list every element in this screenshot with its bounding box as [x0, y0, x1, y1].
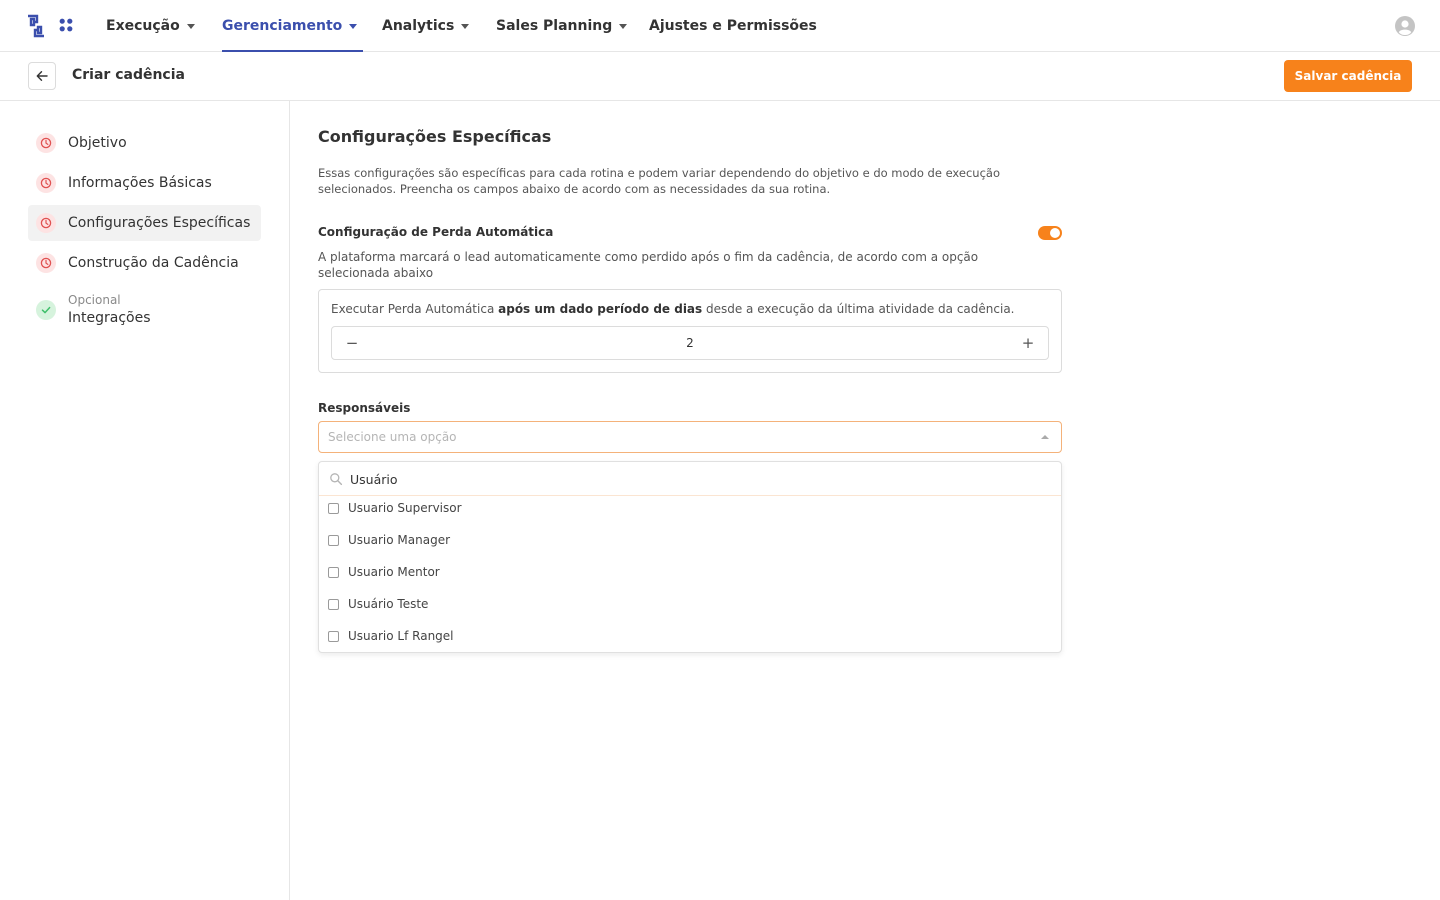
responsaveis-dropdown: Usuario Supervisor Usuario Manager Usuar…: [318, 461, 1062, 653]
section-description: Essas configurações são específicas para…: [318, 166, 1000, 196]
nav-execucao[interactable]: Execução: [106, 0, 195, 52]
checkbox[interactable]: [328, 534, 339, 546]
checkbox[interactable]: [328, 502, 339, 514]
check-icon: [36, 300, 56, 320]
chevron-down-icon: [349, 23, 358, 29]
auto-loss-rule-box: Executar Perda Automática após um dado p…: [318, 289, 1062, 373]
dropdown-option[interactable]: Usuario Mentor: [319, 556, 1061, 588]
top-navigation: Execução Gerenciamento Analytics Sales P…: [0, 0, 1440, 52]
auto-loss-toggle[interactable]: [1038, 226, 1062, 240]
responsaveis-label: Responsáveis: [318, 401, 411, 415]
rule-prefix: Executar Perda Automática: [331, 302, 499, 316]
arrow-left-icon: [36, 71, 48, 81]
apps-grid-icon[interactable]: [59, 18, 73, 32]
user-avatar-icon[interactable]: [1395, 16, 1415, 36]
option-label: Usuario Lf Rangel: [348, 629, 454, 643]
option-label: Usuario Manager: [348, 533, 451, 547]
option-label: Usuário Teste: [348, 597, 429, 611]
chevron-down-icon: [461, 23, 470, 29]
sidebar-item-label: Construção da Cadência: [68, 255, 239, 271]
chevron-down-icon: [619, 23, 628, 29]
sidebar-item-label: Informações Básicas: [68, 175, 212, 191]
dropdown-option[interactable]: Usuario Manager: [319, 524, 1061, 556]
increment-button[interactable]: +: [1010, 327, 1046, 359]
dropdown-option[interactable]: Usuario Supervisor: [319, 492, 1061, 524]
optional-tag: Opcional: [68, 292, 121, 307]
select-placeholder: Selecione uma opção: [328, 430, 457, 444]
checkbox[interactable]: [328, 598, 339, 610]
nav-gerenciamento-label: Gerenciamento: [222, 18, 343, 34]
sidebar-item-objetivo[interactable]: Objetivo: [28, 125, 261, 161]
rule-bold: após um dado período de dias: [498, 302, 703, 316]
search-icon: [330, 473, 343, 486]
save-cadence-button[interactable]: Salvar cadência: [1284, 60, 1412, 92]
option-label: Usuario Mentor: [348, 565, 440, 579]
dropdown-search: [319, 462, 1061, 496]
decrement-button[interactable]: −: [334, 327, 370, 359]
pending-clock-icon: [36, 133, 56, 153]
checkbox[interactable]: [328, 566, 339, 578]
nav-gerenciamento[interactable]: Gerenciamento: [222, 0, 364, 52]
sidebar-item-construcao-cadencia[interactable]: Construção da Cadência: [28, 245, 261, 281]
auto-loss-description: A plataforma marcará o lead automaticame…: [318, 250, 979, 280]
pending-clock-icon: [36, 213, 56, 233]
nav-analytics[interactable]: Analytics: [382, 0, 470, 52]
nav-ajustes-permissoes[interactable]: Ajustes e Permissões: [649, 0, 817, 52]
nav-execucao-label: Execução: [106, 18, 180, 34]
nav-sales-planning[interactable]: Sales Planning: [496, 0, 628, 52]
chevron-up-icon: [1041, 435, 1049, 439]
checkbox[interactable]: [328, 630, 339, 642]
nav-ajustes-permissoes-label: Ajustes e Permissões: [649, 18, 817, 34]
page-header: Criar cadência Salvar cadência: [0, 52, 1440, 101]
sidebar-item-integracoes[interactable]: Opcional Integrações: [28, 289, 261, 331]
dropdown-option[interactable]: Usuário Teste: [319, 588, 1061, 620]
back-button[interactable]: [28, 62, 56, 90]
sidebar-item-text: Opcional Integrações: [68, 293, 151, 328]
days-stepper: − +: [331, 326, 1049, 360]
sidebar-item-informacoes-basicas[interactable]: Informações Básicas: [28, 165, 261, 201]
sidebar-item-configuracoes-especificas[interactable]: Configurações Específicas: [28, 205, 261, 241]
pending-clock-icon: [36, 173, 56, 193]
toggle-knob: [1050, 228, 1060, 238]
auto-loss-title: Configuração de Perda Automática: [318, 225, 554, 239]
nav-sales-planning-label: Sales Planning: [496, 18, 613, 34]
section-title: Configurações Específicas: [318, 127, 552, 146]
option-label: Usuario Supervisor: [348, 501, 462, 515]
rule-suffix: desde a execução da última atividade da …: [702, 302, 1015, 316]
sidebar-item-label: Configurações Específicas: [68, 215, 251, 231]
steps-sidebar: Objetivo Informações Básicas Configuraçõ…: [0, 101, 290, 900]
sidebar-item-label: Objetivo: [68, 135, 127, 151]
page-title: Criar cadência: [72, 67, 185, 83]
responsaveis-select[interactable]: Selecione uma opção: [318, 421, 1062, 453]
sidebar-item-label: Integrações: [68, 309, 151, 326]
dropdown-option[interactable]: Usuario Lf Rangel: [319, 620, 1061, 652]
pending-clock-icon: [36, 253, 56, 273]
brand-logo-icon[interactable]: [26, 14, 46, 38]
nav-analytics-label: Analytics: [382, 18, 455, 34]
chevron-down-icon: [186, 23, 195, 29]
days-input[interactable]: [372, 327, 1008, 359]
auto-loss-rule-text: Executar Perda Automática após um dado p…: [331, 302, 1015, 316]
dropdown-search-input[interactable]: [350, 468, 1030, 490]
